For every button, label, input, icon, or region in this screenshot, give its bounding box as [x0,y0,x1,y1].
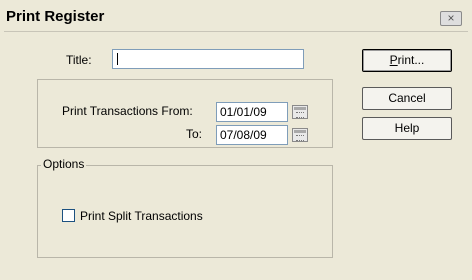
from-date-value: 01/01/09 [220,105,267,119]
print-register-dialog: Print Register × Title: Print Transactio… [0,0,472,280]
close-icon: × [447,11,455,25]
cancel-button[interactable]: Cancel [362,87,452,110]
split-transactions-label: Print Split Transactions [80,209,203,223]
print-label: rint... [397,53,425,67]
to-label: To: [186,127,203,141]
print-mnemonic: P [389,53,398,67]
from-date-input[interactable]: 01/01/09 [216,102,288,122]
text-caret [117,53,118,65]
split-transactions-checkbox[interactable] [62,209,75,222]
from-calendar-icon[interactable] [292,105,308,119]
to-date-input[interactable]: 07/08/09 [216,125,288,145]
to-calendar-icon[interactable] [292,128,308,142]
help-button[interactable]: Help [362,117,452,140]
options-group-label: Options [41,157,87,171]
title-divider [4,31,468,32]
to-date-value: 07/08/09 [220,128,267,142]
print-button[interactable]: Print... [362,49,452,72]
dialog-title: Print Register [6,8,105,25]
close-button[interactable]: × [440,11,462,26]
from-label: Print Transactions From: [62,104,193,118]
title-bar: Print Register × [0,0,472,32]
title-label: Title: [66,53,92,67]
title-input[interactable] [112,49,304,69]
